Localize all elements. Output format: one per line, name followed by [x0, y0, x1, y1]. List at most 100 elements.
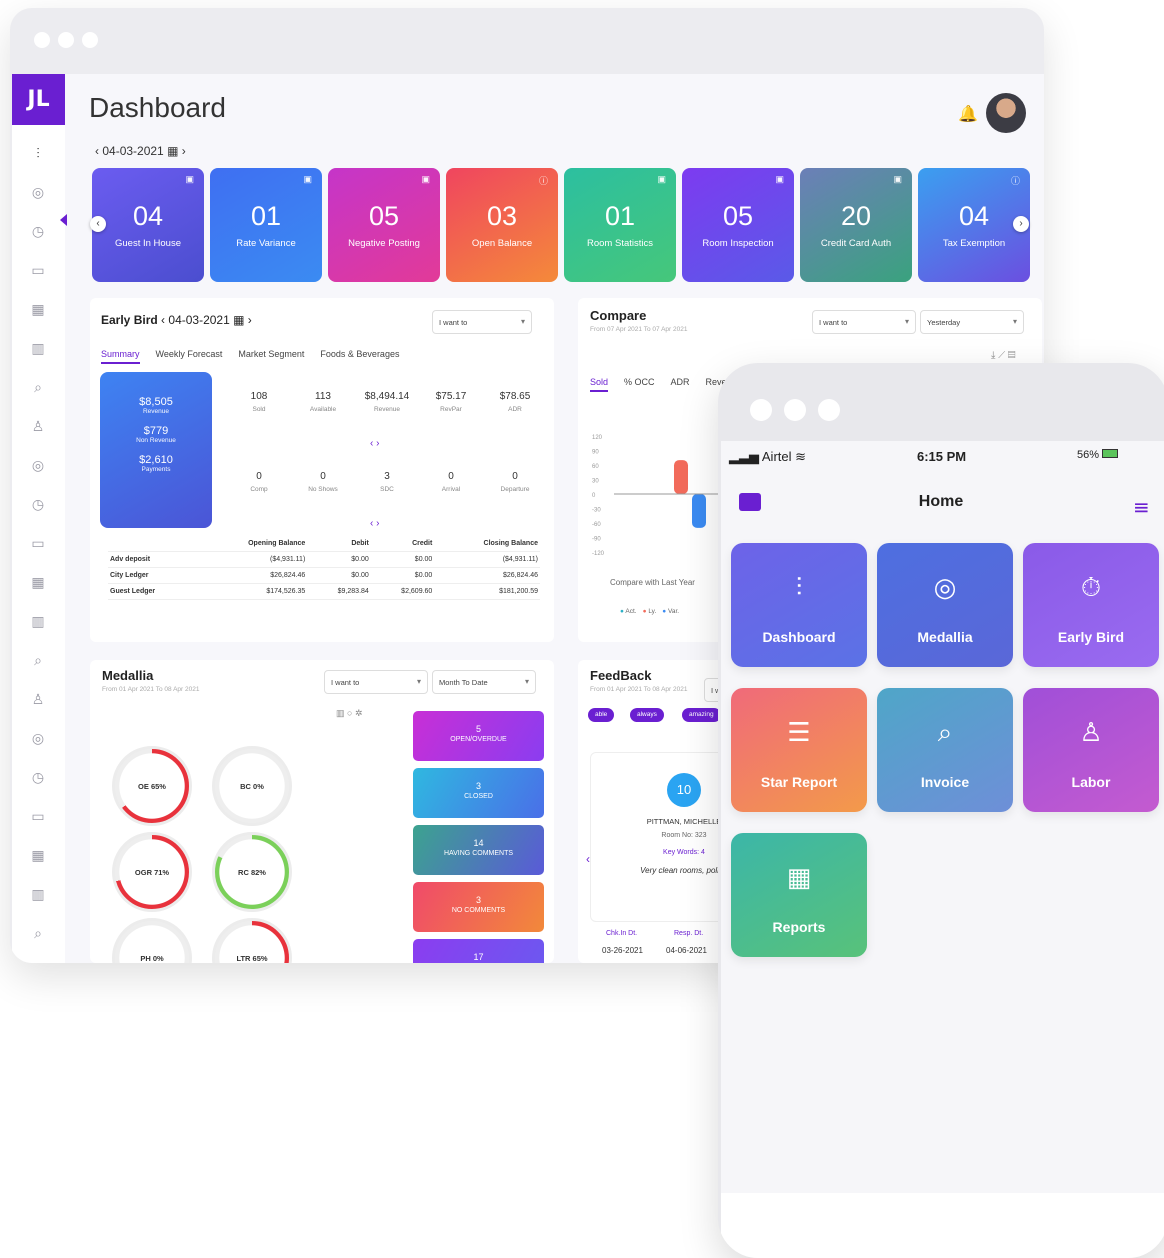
score-ring[interactable]: RC 82%	[212, 832, 292, 912]
calendar-icon[interactable]: ▦	[29, 574, 47, 592]
menu-tile-invoice[interactable]: ⌕ Invoice	[877, 688, 1013, 812]
bar-chart-icon[interactable]: ▥	[336, 708, 345, 718]
bar-var[interactable]	[692, 494, 706, 528]
clipboard-icon[interactable]: ▭	[29, 808, 47, 826]
legend-item[interactable]: ● Ly.	[643, 608, 657, 615]
calendar-icon[interactable]: ▦	[233, 313, 248, 327]
menu-tile-star-report[interactable]: ☰ Star Report	[731, 688, 867, 812]
early-bird-tabs: Summary Weekly Forecast Market Segment Food…	[101, 349, 399, 364]
early-bird-select[interactable]: I want to	[432, 310, 532, 334]
calendar-icon[interactable]: ▦	[29, 301, 47, 319]
kpi-tile[interactable]: ▣ 05 Negative Posting	[328, 168, 440, 282]
prev-tiles-button[interactable]: ‹	[90, 216, 106, 232]
table-icon[interactable]: ▤	[1008, 350, 1016, 361]
menu-tile-early-bird[interactable]: ⏱ Early Bird	[1023, 543, 1159, 667]
kpi-tile[interactable]: ▣ 20 Credit Card Auth	[800, 168, 912, 282]
donut-icon[interactable]: ○	[347, 708, 352, 718]
tab-adr[interactable]: ADR	[671, 377, 690, 392]
info-icon[interactable]: ⓘ	[1011, 174, 1020, 187]
building-icon[interactable]: ▥	[29, 613, 47, 631]
stopwatch-icon[interactable]: ◷	[29, 496, 47, 514]
worker-icon[interactable]: ♙	[29, 418, 47, 436]
document-icon[interactable]: ▣	[893, 174, 902, 185]
menu-tile-reports[interactable]: ▦ Reports	[731, 833, 867, 957]
kpi-tile[interactable]: ▣ 04 Guest In House	[92, 168, 204, 282]
info-icon[interactable]: ⓘ	[539, 174, 548, 187]
document-icon[interactable]: ▣	[185, 174, 194, 185]
kpi-tile[interactable]: ▣ 01 Room Statistics	[564, 168, 676, 282]
document-icon[interactable]: ▣	[421, 174, 430, 185]
avatar[interactable]	[986, 93, 1026, 133]
invoice-icon[interactable]: ⌕	[29, 379, 47, 397]
kpi-tile[interactable]: ▣ 05 Room Inspection	[682, 168, 794, 282]
settings-icon[interactable]: ✲	[355, 708, 363, 718]
tab-sold[interactable]: Sold	[590, 377, 609, 392]
status-card[interactable]: 14 HAVING COMMENTS	[413, 825, 544, 875]
app-logo[interactable]: JL	[12, 74, 65, 125]
compare-subtitle: From 07 Apr 2021 To 07 Apr 2021	[590, 326, 688, 333]
menu-tile-dashboard[interactable]: ⫶ Dashboard	[731, 543, 867, 667]
tab-market-segment[interactable]: Market Segment	[238, 349, 304, 364]
status-card[interactable]: 5 OPEN/OVERDUE	[413, 711, 544, 761]
chart-tools[interactable]: ▥ ○ ✲	[336, 708, 363, 719]
calendar-icon[interactable]: ▦	[167, 144, 182, 158]
calendar-icon[interactable]: ▦	[29, 847, 47, 865]
next-date-button[interactable]: ›	[182, 144, 186, 158]
bar-ly[interactable]	[674, 460, 688, 494]
compass-icon[interactable]: ◎	[29, 730, 47, 748]
status-card[interactable]: 3 CLOSED	[413, 768, 544, 818]
prev-feedback-button[interactable]: ‹	[586, 852, 590, 866]
compare-period-select[interactable]: Yesterday	[920, 310, 1024, 334]
line-chart-icon[interactable]: ⟋	[998, 350, 1005, 361]
kpi-tile[interactable]: ▣ 01 Rate Variance	[210, 168, 322, 282]
stopwatch-icon[interactable]: ◷	[29, 223, 47, 241]
building-icon[interactable]: ▥	[29, 886, 47, 904]
legend-item[interactable]: ● Act.	[620, 608, 637, 615]
early-bird-date[interactable]: 04-03-2021	[168, 313, 229, 327]
document-icon[interactable]: ▣	[775, 174, 784, 185]
tab-summary[interactable]: Summary	[101, 349, 140, 364]
menu-tile-medallia[interactable]: ◎ Medallia	[877, 543, 1013, 667]
score-ring[interactable]: OE 65%	[112, 746, 192, 826]
score-ring[interactable]: LTR 65%	[212, 918, 292, 963]
hamburger-menu-icon[interactable]: ≡	[1133, 495, 1150, 519]
metrics-pager[interactable]: ‹ ›	[370, 438, 379, 449]
medallia-select[interactable]: I want to	[324, 670, 428, 694]
keyword-chip[interactable]: able	[588, 708, 615, 722]
menu-tile-labor[interactable]: ♙ Labor	[1023, 688, 1159, 812]
download-icon[interactable]: ⤓	[991, 350, 995, 361]
legend-item[interactable]: ● Var.	[662, 608, 679, 615]
document-icon[interactable]: ▣	[657, 174, 666, 185]
bell-icon[interactable]: 🔔	[958, 104, 978, 123]
metrics-pager-2[interactable]: ‹ ›	[370, 518, 379, 529]
medallia-period-select[interactable]: Month To Date	[432, 670, 536, 694]
status-card[interactable]: 17	[413, 939, 544, 963]
clipboard-icon[interactable]: ▭	[29, 535, 47, 553]
next-tiles-button[interactable]: ›	[1013, 216, 1029, 232]
worker-icon[interactable]: ♙	[29, 691, 47, 709]
tab-weekly-forecast[interactable]: Weekly Forecast	[156, 349, 223, 364]
table-cell: $0.00	[307, 551, 371, 568]
compass-icon[interactable]: ◎	[29, 457, 47, 475]
stopwatch-icon[interactable]: ◷	[29, 769, 47, 787]
status-card[interactable]: 3 NO COMMENTS	[413, 882, 544, 932]
score-ring[interactable]: PH 0%	[112, 918, 192, 963]
sliders-icon[interactable]: ⫶	[29, 145, 47, 163]
document-icon[interactable]: ▣	[303, 174, 312, 185]
next-date-button[interactable]: ›	[248, 313, 252, 327]
invoice-icon[interactable]: ⌕	[29, 925, 47, 943]
keyword-chip[interactable]: always	[630, 708, 664, 722]
compare-select[interactable]: I want to	[812, 310, 916, 334]
header-date[interactable]: 04-03-2021	[102, 144, 163, 158]
compass-icon[interactable]: ◎	[29, 184, 47, 202]
clipboard-icon[interactable]: ▭	[29, 262, 47, 280]
chart-tools[interactable]: ⤓ ⟋ ▤	[991, 350, 1016, 361]
score-ring[interactable]: OGR 71%	[112, 832, 192, 912]
kpi-tile[interactable]: ⓘ 03 Open Balance	[446, 168, 558, 282]
keyword-chip[interactable]: amazing	[682, 708, 721, 722]
tab-foods-beverages[interactable]: Foods & Beverages	[320, 349, 399, 364]
score-ring[interactable]: BC 0%	[212, 746, 292, 826]
building-icon[interactable]: ▥	[29, 340, 47, 358]
tab--occ[interactable]: % OCC	[624, 377, 655, 392]
invoice-icon[interactable]: ⌕	[29, 652, 47, 670]
